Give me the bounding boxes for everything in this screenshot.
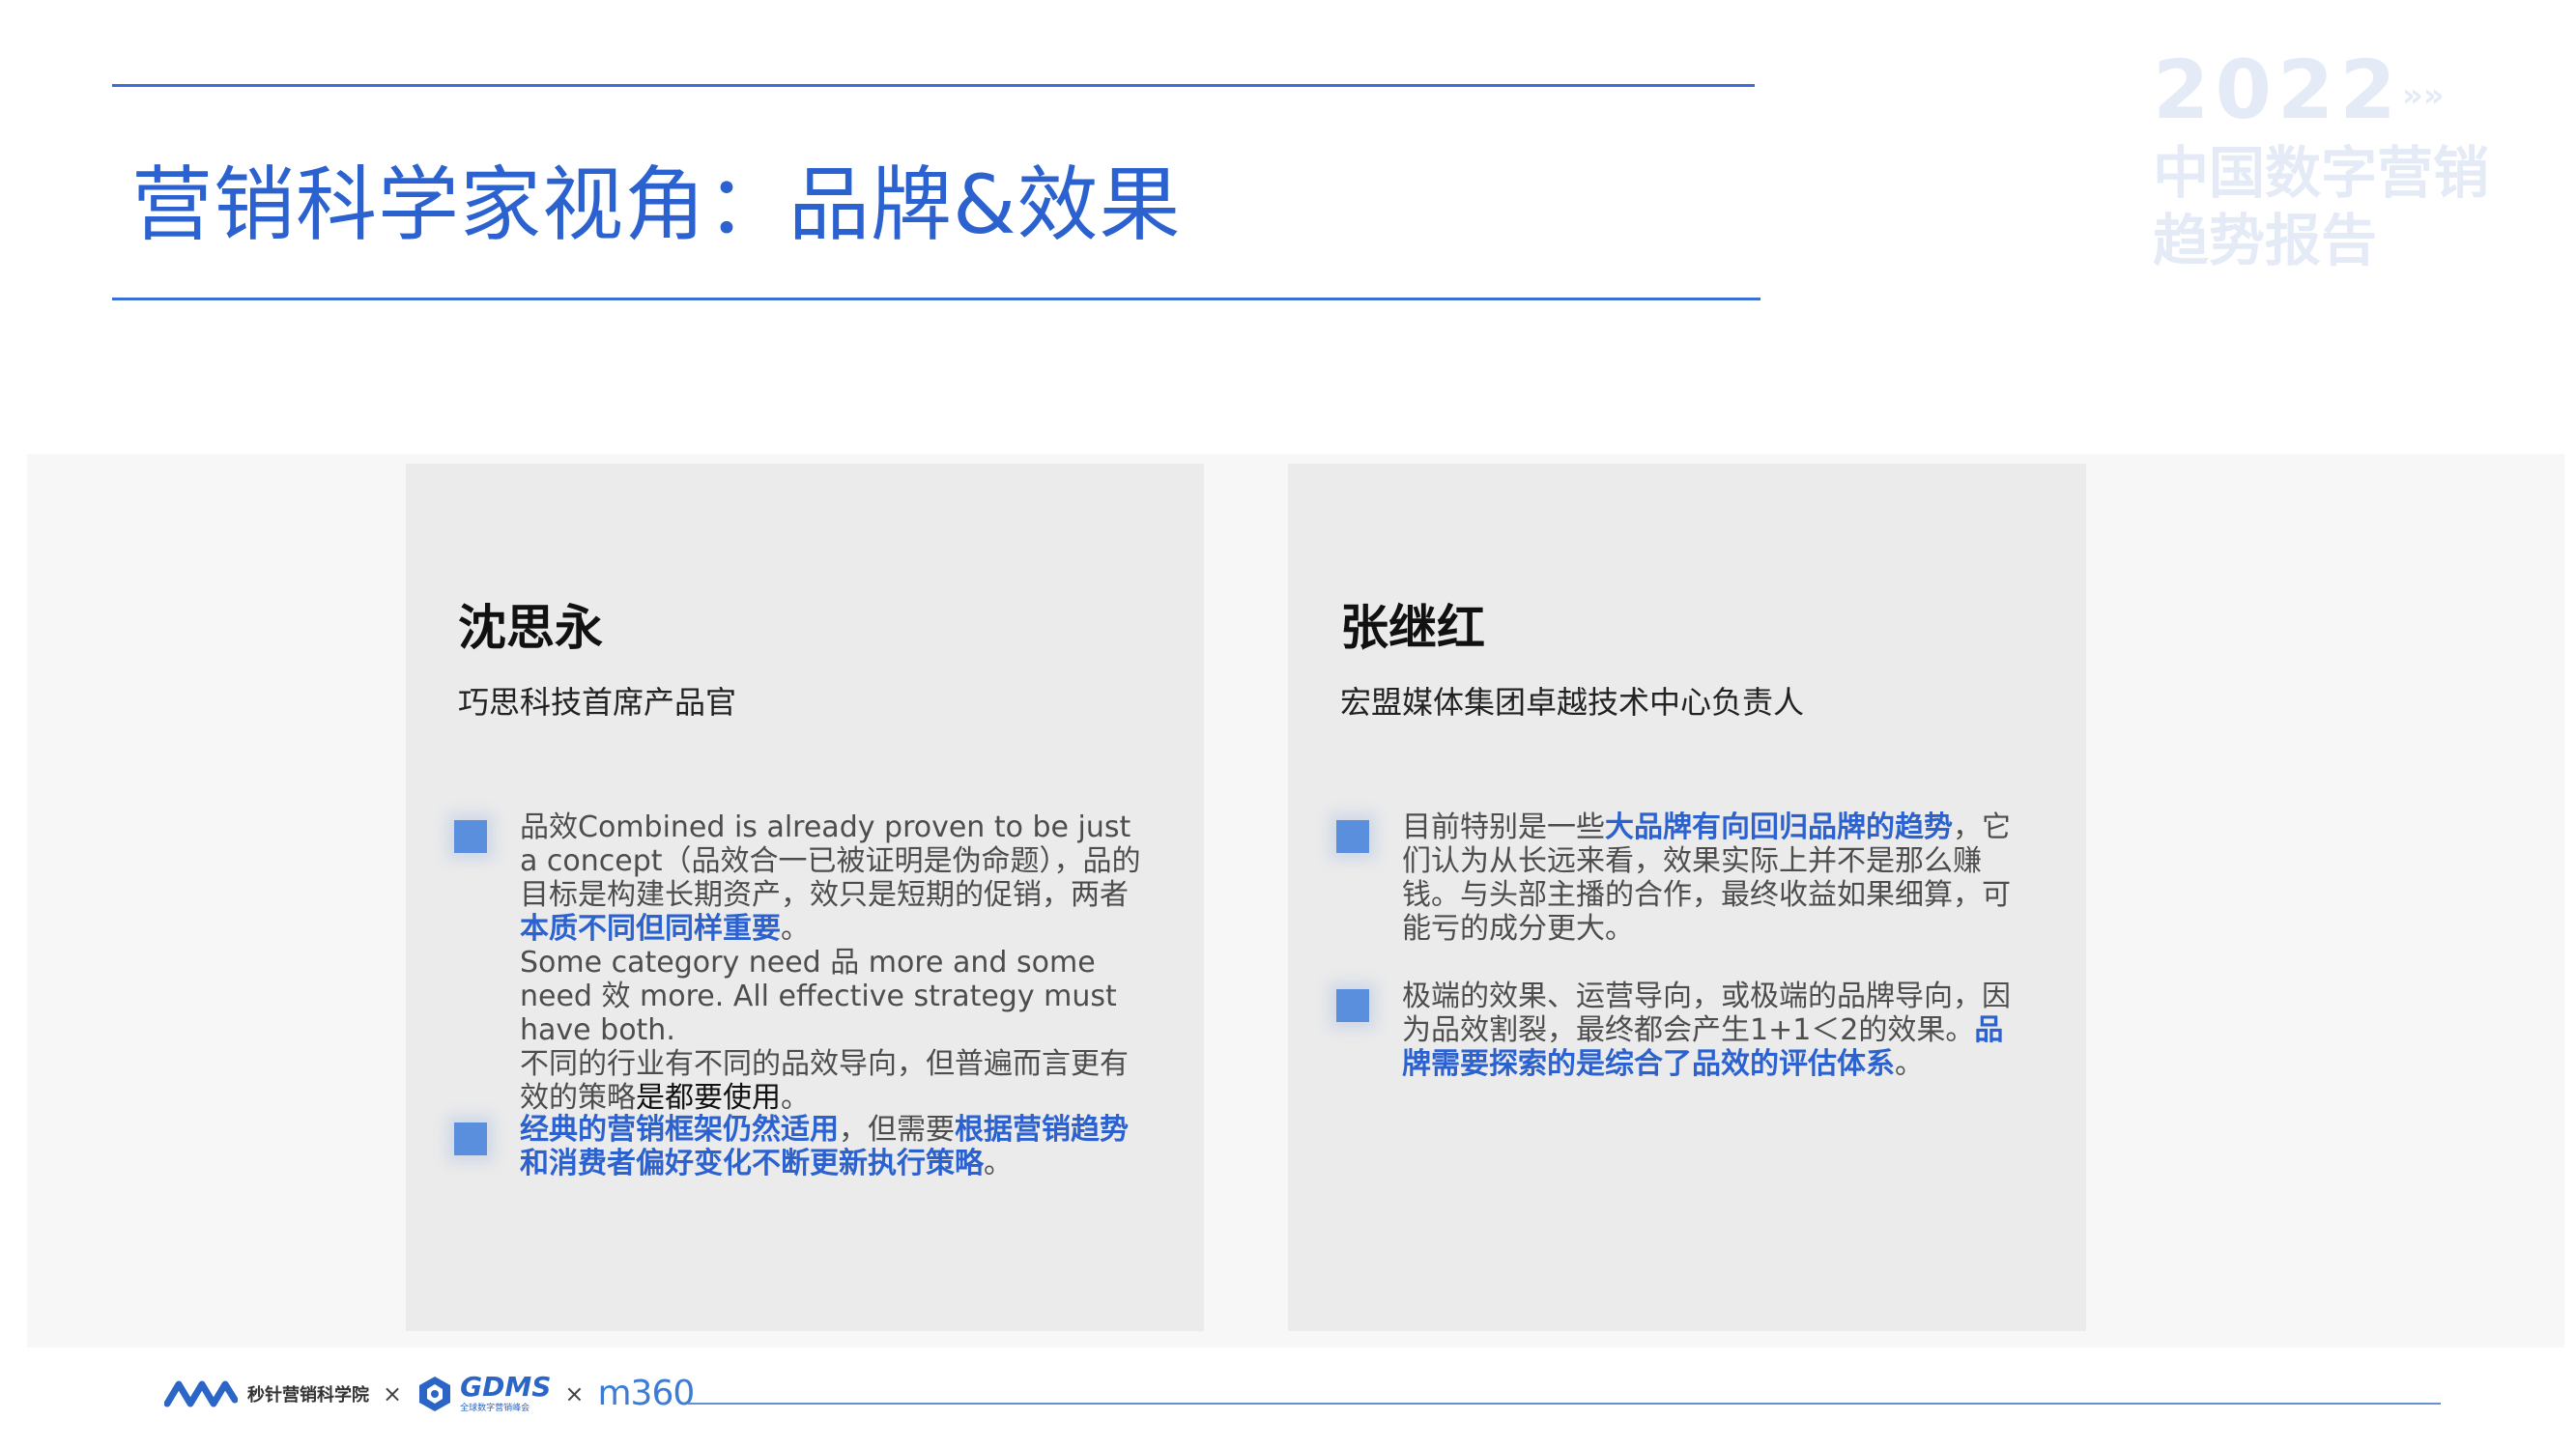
quote-bullet: 极端的效果、运营导向，或极端的品牌导向，因为品效割裂，最终都会产生1+1＜2的效… (1336, 980, 2028, 1081)
square-bullet-icon (1336, 989, 1369, 1022)
quote-bullet: 经典的营销框架仍然适用，但需要根据营销趋势和消费者偏好变化不断更新执行策略。 (454, 1113, 1146, 1180)
square-bullet-icon (454, 820, 487, 853)
quote-text: 目前特别是一些大品牌有向回归品牌的趋势，它们认为从长远来看，效果实际上并不是那么… (1402, 810, 2028, 946)
m360-logo: m360 (597, 1374, 695, 1413)
expert-title: 宏盟媒体集团卓越技术中心负责人 (1340, 684, 1805, 721)
chevrons-icon: »» (2401, 76, 2445, 116)
emphasis-text: 是都要使用 (636, 1081, 781, 1115)
separator-x: × (383, 1379, 403, 1407)
report-watermark: 2022»» 中国数字营销 趋势报告 (2153, 46, 2539, 274)
header-bottom-rule (112, 298, 1760, 300)
watermark-line1: 中国数字营销 (2153, 140, 2490, 207)
expert-card-shen: 沈思永 巧思科技首席产品官 品效Combined is already prov… (406, 464, 1204, 1331)
gdms-logo: GDMS 全球数字营销峰会 (415, 1374, 551, 1413)
separator-x: × (564, 1379, 585, 1407)
expert-card-zhang: 张继红 宏盟媒体集团卓越技术中心负责人 目前特别是一些大品牌有向回归品牌的趋势，… (1288, 464, 2086, 1331)
miaozhen-logo-icon (164, 1380, 238, 1406)
miaozhen-logo-text: 秒针营销科学院 (247, 1384, 369, 1406)
page-title: 营销科学家视角：品牌&效果 (131, 157, 1182, 252)
quote-text: 品效Combined is already proven to be just … (520, 810, 1146, 1115)
gdms-logo-icon (419, 1376, 451, 1411)
highlight-text: 本质不同但同样重要 (520, 912, 781, 946)
gdms-logo-words: GDMS 全球数字营销峰会 (460, 1371, 552, 1414)
quote-paragraph: 经典的营销框架仍然适用，但需要根据营销趋势和消费者偏好变化不断更新执行策略。 (520, 1113, 1129, 1180)
highlight-text: 大品牌有向回归品牌的趋势 (1605, 810, 1953, 844)
header-top-rule (112, 84, 1755, 87)
quote-bullet: 品效Combined is already proven to be just … (454, 810, 1146, 1115)
quote-paragraph: Some category need 品 more and some need … (520, 946, 1117, 1047)
quote-text: 经典的营销框架仍然适用，但需要根据营销趋势和消费者偏好变化不断更新执行策略。 (520, 1113, 1146, 1180)
quote-paragraph: 极端的效果、运营导向，或极端的品牌导向，因为品效割裂，最终都会产生1+1＜2的效… (1402, 980, 2011, 1081)
highlight-text: 经典的营销框架仍然适用 (520, 1113, 839, 1147)
footer-rule (688, 1403, 2441, 1405)
square-bullet-icon (1336, 820, 1369, 853)
expert-name: 沈思永 (458, 600, 603, 656)
watermark-year: 2022»» (2153, 43, 2445, 137)
expert-name: 张继红 (1340, 600, 1485, 656)
quote-paragraph: 不同的行业有不同的品效导向，但普遍而言更有效的策略是都要使用。 (520, 1047, 1129, 1115)
watermark-line2: 趋势报告 (2153, 208, 2378, 274)
expert-title: 巧思科技首席产品官 (458, 684, 737, 721)
gdms-logo-text: GDMS (460, 1371, 552, 1403)
square-bullet-icon (454, 1122, 487, 1155)
miaozhen-logo: 秒针营销科学院 (164, 1375, 369, 1413)
footer-logos: 秒针营销科学院 × GDMS 全球数字营销峰会 × m360 (164, 1374, 695, 1413)
quote-bullet: 目前特别是一些大品牌有向回归品牌的趋势，它们认为从长远来看，效果实际上并不是那么… (1336, 810, 2028, 946)
quote-text: 极端的效果、运营导向，或极端的品牌导向，因为品效割裂，最终都会产生1+1＜2的效… (1402, 980, 2028, 1081)
quote-paragraph: 目前特别是一些大品牌有向回归品牌的趋势，它们认为从长远来看，效果实际上并不是那么… (1402, 810, 2011, 946)
quote-paragraph: 品效Combined is already proven to be just … (520, 810, 1141, 946)
